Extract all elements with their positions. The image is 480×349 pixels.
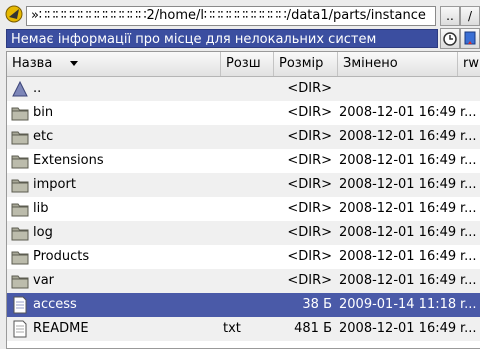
file-ext [223,77,273,101]
column-header-ext[interactable]: Розш [221,52,274,76]
file-perms: r... [460,201,477,216]
root-dir-button[interactable]: / [460,6,480,26]
file-perms: r... [460,297,477,312]
bookmarks-button[interactable] [460,28,480,49]
file-modified: 2008-12-01 16:49 [339,273,456,288]
file-ext [223,197,273,221]
file-size: <DIR> [287,153,332,168]
file-name: access [33,297,77,312]
disk-space-status: Немає інформації про місце для нелокальн… [6,29,438,48]
file-name: bin [33,105,54,120]
folder-icon [11,227,29,241]
file-row-import[interactable]: import <DIR> 2008-12-01 16:49 r... [7,173,480,197]
file-ext [223,269,273,293]
up-arrow-icon [12,80,28,97]
file-list-header: Назва Розш Розмір Змінено rw [7,52,480,77]
file-perms: r... [460,153,477,168]
status-bar: Немає інформації про місце для нелокальн… [0,28,480,50]
file-modified: 2008-12-01 16:49 [339,129,456,144]
file-size: <DIR> [287,81,332,96]
file-row-lib[interactable]: lib <DIR> 2008-12-01 16:49 r... [7,197,480,221]
folder-icon [11,179,29,193]
file-modified: 2008-12-01 16:49 [339,249,456,264]
file-size: 481 Б [294,321,332,336]
folder-icon [11,275,29,289]
file-ext [223,125,273,149]
file-size: <DIR> [287,201,332,216]
file-row-README[interactable]: README txt 481 Б 2008-12-01 16:49 r... [7,317,480,341]
file-icon [13,296,27,314]
history-button[interactable] [440,28,460,49]
file-name: etc [33,129,54,144]
file-size: <DIR> [287,249,332,264]
file-name: Products [33,249,90,264]
file-row-var[interactable]: var <DIR> 2008-12-01 16:49 r... [7,269,480,293]
file-row-bin[interactable]: bin <DIR> 2008-12-01 16:49 r... [7,101,480,125]
column-header-modified[interactable]: Змінено [338,52,458,76]
file-perms: r... [460,249,477,264]
folder-icon [11,131,29,145]
folder-icon [11,155,29,169]
file-row-access[interactable]: access 38 Б 2009-01-14 11:18 r... [7,293,480,317]
file-ext: txt [223,321,241,336]
file-modified: 2008-12-01 16:49 [339,105,456,120]
sort-descending-icon [70,61,79,66]
file-ext [223,173,273,197]
file-row-log[interactable]: log <DIR> 2008-12-01 16:49 r... [7,221,480,245]
file-ext [223,293,273,317]
file-perms: r... [460,225,477,240]
path-bar: »∷∷∷∷∷∷∷∷∷∷∷∷∷2/home/l∷∷∷∷∷∷∷∷∷∷/data1/p… [0,0,480,28]
folder-icon [11,107,29,121]
file-size: 38 Б [302,297,332,312]
file-perms: r... [460,105,477,120]
file-size: <DIR> [287,129,332,144]
folder-icon [11,203,29,217]
file-row-Extensions[interactable]: Extensions <DIR> 2008-12-01 16:49 r... [7,149,480,173]
file-size: <DIR> [287,273,332,288]
column-header-perms[interactable]: rw [458,52,480,76]
folder-icon [11,251,29,265]
file-name: README [33,321,89,336]
path-input[interactable]: »∷∷∷∷∷∷∷∷∷∷∷∷∷2/home/l∷∷∷∷∷∷∷∷∷∷/data1/p… [26,6,436,26]
file-name: var [33,273,55,288]
parent-dir-button[interactable]: .. [440,6,460,26]
file-name: Extensions [33,153,104,168]
file-modified: 2008-12-01 16:49 [339,201,456,216]
file-perms [460,77,480,101]
column-header-name[interactable]: Назва [7,52,221,76]
file-list[interactable]: Назва Розш Розмір Змінено rw .. <DIR> bin <… [6,51,480,349]
file-ext [223,149,273,173]
file-name: log [33,225,53,240]
file-modified: 2009-01-14 11:18 [339,297,456,312]
file-modified: 2008-12-01 16:49 [339,321,456,336]
file-name: lib [33,201,49,216]
file-row-parent[interactable]: .. <DIR> [7,77,480,101]
file-modified: 2008-12-01 16:49 [339,153,456,168]
file-perms: r... [460,321,477,336]
file-modified [339,77,456,101]
text-file-icon [13,320,27,338]
history-icon [443,32,457,46]
file-name: import [33,177,76,192]
file-ext [223,221,273,245]
file-perms: r... [460,129,477,144]
file-name: .. [33,81,42,96]
bookmark-icon [464,31,476,45]
drive-icon[interactable] [5,5,23,23]
column-header-size[interactable]: Розмір [274,52,338,76]
file-ext [223,245,273,269]
file-perms: r... [460,273,477,288]
file-row-etc[interactable]: etc <DIR> 2008-12-01 16:49 r... [7,125,480,149]
file-modified: 2008-12-01 16:49 [339,177,456,192]
file-size: <DIR> [287,105,332,120]
file-size: <DIR> [287,177,332,192]
file-modified: 2008-12-01 16:49 [339,225,456,240]
file-row-Products[interactable]: Products <DIR> 2008-12-01 16:49 r... [7,245,480,269]
file-ext [223,101,273,125]
file-perms: r... [460,177,477,192]
file-size: <DIR> [287,225,332,240]
